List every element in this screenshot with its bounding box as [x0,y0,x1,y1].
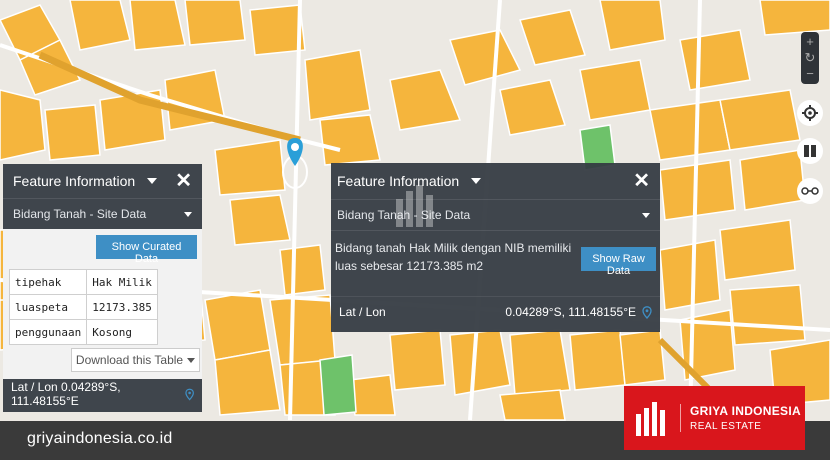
attr-value: 12173.385 [86,294,158,320]
chevron-down-icon [642,212,650,218]
reset-rotation-icon[interactable]: ↻ [805,50,816,66]
panel-header: Feature Information ✕ [3,164,202,198]
layer-select[interactable]: Bidang Tanah - Site Data [3,198,202,229]
attr-key: tipehak [8,269,88,295]
table-row: tipehak Hak Milik [8,269,158,295]
chevron-down-icon[interactable] [147,178,158,184]
brand-name: GRIYA INDONESIA [690,404,801,418]
zoom-in-icon[interactable]: + [806,34,814,50]
brand-tagline: REAL ESTATE [690,421,762,432]
attribute-area: Show Curated Data tipehak Hak Milik luas… [3,229,202,379]
latlon-label: Lat / Lon [339,305,386,319]
show-raw-data-button[interactable]: Show Raw Data [581,247,656,277]
panel-header: Feature Information ✕ [331,163,660,199]
chevron-down-icon [187,357,196,363]
layer-name: Bidang Tanah - Site Data [13,207,147,221]
download-label: Download this Table [75,353,184,367]
brand-logo: GRIYA INDONESIA REAL ESTATE [624,386,805,450]
watermark-logo-icon [396,185,433,227]
locate-button[interactable] [797,100,823,126]
table-row: penggunaan Kosong [8,319,158,345]
layers-icon [801,187,819,195]
attr-value: Hak Milik [86,269,158,295]
attribute-table: tipehak Hak Milik luaspeta 12173.385 pen… [8,269,158,345]
zoom-control[interactable]: + ↻ − [801,32,819,84]
feature-info-panel-left: Feature Information ✕ Bidang Tanah - Sit… [3,164,202,412]
compare-button[interactable] [797,138,823,164]
feature-info-panel-right: Feature Information ✕ Bidang Tanah - Sit… [331,163,660,332]
latlon-text: Lat / Lon 0.04289°S, 111.48155°E [11,380,121,408]
site-url[interactable]: griyaindonesia.co.id [27,430,172,448]
close-icon[interactable]: ✕ [633,171,650,191]
compare-icon [804,145,816,157]
latlon-value: 0.04289°S, 111.48155°E [505,305,636,319]
feature-description: Bidang tanah Hak Milik dengan NIB memili… [331,230,660,296]
locate-icon [802,105,818,121]
panel-title: Feature Information [13,173,136,189]
layers-button[interactable] [797,178,823,204]
latlon-row: Lat / Lon 0.04289°S, 111.48155°E [3,379,202,409]
layer-select[interactable]: Bidang Tanah - Site Data [331,199,660,230]
attr-key: luaspeta [8,294,88,320]
chevron-down-icon [184,211,192,217]
close-icon[interactable]: ✕ [175,171,192,191]
attr-value: Kosong [86,319,158,345]
location-pin-icon[interactable] [185,388,194,401]
building-logo-icon [624,386,680,450]
download-table-button[interactable]: Download this Table [71,348,200,372]
show-curated-data-button[interactable]: Show Curated Data [96,235,197,265]
latlon-row: Lat / Lon 0.04289°S, 111.48155°E [331,296,660,327]
brand-text: GRIYA INDONESIA REAL ESTATE [680,404,801,432]
zoom-out-icon[interactable]: − [806,66,814,82]
chevron-down-icon[interactable] [471,178,482,184]
table-row: luaspeta 12173.385 [8,294,158,320]
attr-key: penggunaan [8,319,88,345]
location-pin-icon[interactable] [642,305,652,319]
description-text: Bidang tanah Hak Milik dengan NIB memili… [335,241,572,273]
